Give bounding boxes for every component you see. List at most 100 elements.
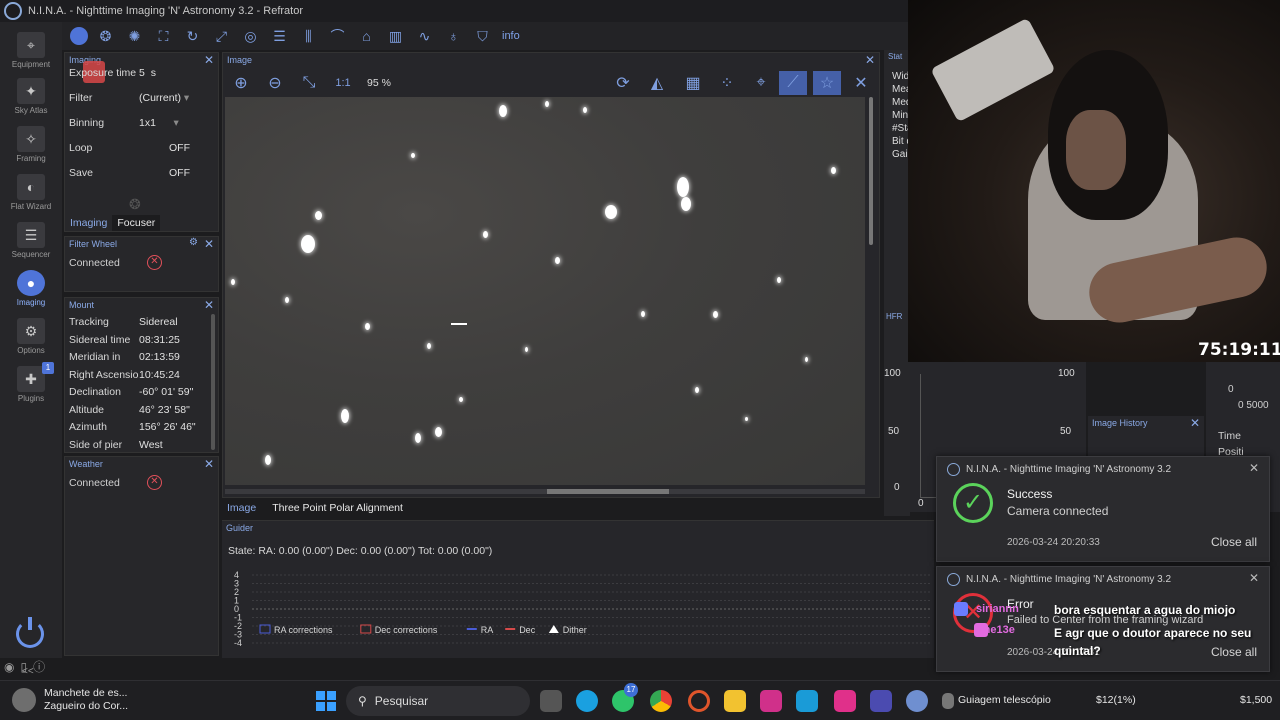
opera-icon[interactable] [688, 690, 710, 712]
info-icon[interactable]: ⓘ [33, 660, 51, 674]
tab-polar-alignment[interactable]: Three Point Polar Alignment [267, 500, 408, 518]
success-check-icon: ✓ [953, 483, 993, 523]
app2-icon[interactable] [796, 690, 818, 712]
filter-wheel-panel: Filter Wheel ⚙ ✕ Connected ✕ [64, 236, 219, 292]
panel-toolbar: ❂ ✺ ⛶ ↻ ⤢ ◎ ☰ ⫼ ⌒ ⌂ ▥ ∿ ♁ ⛉ info [62, 22, 910, 50]
star-icon[interactable]: ☆ [813, 71, 841, 95]
sequencer-icon: ☰ [17, 222, 45, 248]
image-title: Image [227, 55, 253, 65]
eye-icon[interactable]: ◉ [4, 660, 20, 674]
close-icon[interactable]: ✕ [204, 237, 214, 251]
collapse-sidebar-button[interactable]: << [22, 666, 34, 677]
exposure-row: Exposure time 5 s [69, 67, 156, 79]
disconnect-icon[interactable]: ✕ [147, 475, 162, 490]
list-icon[interactable]: ☰ [268, 25, 291, 47]
tab-imaging[interactable]: Imaging [65, 215, 112, 231]
start-button[interactable] [316, 691, 336, 711]
close-icon[interactable]: ✕ [1249, 571, 1259, 585]
close-icon[interactable]: ✕ [204, 53, 214, 67]
info-link[interactable]: info [502, 30, 520, 42]
image-history-title: Image History [1092, 418, 1148, 428]
active-window-label[interactable]: Guiagem telescópio [958, 694, 1051, 706]
fit-icon[interactable]: ⤡ [295, 71, 323, 95]
settings-icon[interactable]: ⚙ [189, 237, 198, 248]
telescope-icon[interactable]: ⤢ [210, 25, 233, 47]
close-icon[interactable]: ✕ [1249, 461, 1259, 475]
sidebar-item-framing[interactable]: ✧ Framing [0, 126, 62, 163]
app4-icon[interactable] [870, 690, 892, 712]
star-detect-icon[interactable]: ⁘ [713, 71, 741, 95]
shield-icon[interactable]: ⛉ [471, 25, 494, 47]
nina-taskbar-icon[interactable] [906, 690, 928, 712]
stock-ticker: $12(1%) [1096, 694, 1136, 706]
aperture-icon[interactable]: ❂ [94, 25, 117, 47]
mount-scrollbar[interactable] [211, 314, 215, 450]
imaging-icon: ● [17, 270, 45, 296]
stock-ticker-2: $1,500 [1240, 694, 1273, 706]
gear-icon: ⚙ [17, 318, 45, 344]
sidebar-item-imaging[interactable]: ● Imaging [0, 270, 62, 307]
plate-solve-icon[interactable]: ✕ [847, 71, 875, 95]
image-vertical-scrollbar[interactable] [869, 97, 873, 245]
sidebar-item-options[interactable]: ⚙ Options [0, 318, 62, 355]
chrome-icon[interactable] [650, 690, 672, 712]
imaging-dot-icon[interactable] [70, 27, 88, 45]
crosshair-icon[interactable]: ⌖ [747, 71, 775, 95]
bulb-icon[interactable]: ♁ [442, 25, 465, 47]
zoom-in-icon[interactable]: ⊕ [227, 71, 255, 95]
windows-taskbar: Manchete de es... Zagueiro do Cor... ⚲ Pes… [0, 680, 1280, 720]
grid-icon[interactable]: ▦ [679, 71, 707, 95]
app3-icon[interactable] [834, 690, 856, 712]
weather-panel: Weather ✕ Connected ✕ [64, 456, 219, 656]
imaging-tabs: Imaging Focuser [65, 215, 161, 231]
bar-chart-icon[interactable]: ▥ [384, 25, 407, 47]
power-icon[interactable] [16, 617, 44, 648]
news-avatar [12, 688, 36, 712]
close-all-button[interactable]: Close all [1211, 535, 1257, 549]
app-icon[interactable] [760, 690, 782, 712]
folder-icon[interactable] [724, 690, 746, 712]
window-title: N.I.N.A. - Nighttime Imaging 'N' Astrono… [28, 5, 304, 17]
guiding-app-icon[interactable] [942, 693, 954, 709]
guider-grid [252, 574, 932, 644]
news-widget[interactable]: Manchete de es... Zagueiro do Cor... [12, 687, 128, 713]
sidebar-item-sequencer[interactable]: ☰ Sequencer [0, 222, 62, 259]
guider-legend-label: Dither [563, 625, 587, 635]
nina-logo-icon [947, 573, 960, 586]
mount-panel: Mount ✕ Tracking Sidereal Sidereal time 08… [64, 297, 219, 453]
puzzle-icon: ✚ [17, 366, 45, 392]
flip-icon[interactable]: ◭ [643, 71, 671, 95]
sidebar-item-equipment[interactable]: ⌖ Equipment [0, 32, 62, 69]
filter-wheel-icon[interactable]: ✺ [123, 25, 146, 47]
close-icon[interactable]: ✕ [204, 457, 214, 471]
tab-focuser[interactable]: Focuser [112, 215, 161, 231]
focus-icon[interactable]: ⛶ [152, 25, 175, 47]
tab-image[interactable]: Image [222, 500, 261, 518]
rotator-icon[interactable]: ↻ [181, 25, 204, 47]
mount-row-sidereal: Sidereal time 08:31:25 [69, 334, 180, 346]
sidebar-item-sky-atlas[interactable]: ✦ Sky Atlas [0, 78, 62, 115]
refresh-icon[interactable]: ⟳ [609, 71, 637, 95]
image-panel: Image ✕ ⊕ ⊖ ⤡ 1:1 95 % ⟳ ◭ ▦ ⁘ ⌖ ⟋ ☆ ✕ [222, 52, 880, 498]
sidebar-item-flat-wizard[interactable]: ◐ Flat Wizard [0, 174, 62, 211]
annotate-icon[interactable]: ⟋ [779, 71, 807, 95]
dome-icon[interactable]: ⌒ [326, 25, 349, 47]
image-horizontal-scrollbar[interactable] [225, 489, 865, 494]
sliders-icon[interactable]: ⫼ [297, 25, 320, 47]
taskbar-search[interactable]: ⚲ Pesquisar [346, 686, 530, 716]
zoom-out-icon[interactable]: ⊖ [261, 71, 289, 95]
disconnect-icon[interactable]: ✕ [147, 255, 162, 270]
target-icon[interactable]: ◎ [239, 25, 262, 47]
guider-y-tick: -4 [234, 638, 242, 648]
statistics-panel: Stat Width Mean Median Min #Stars Bit de… [884, 50, 910, 516]
zoom-1to1-button[interactable]: 1:1 [329, 71, 357, 95]
close-icon[interactable]: ✕ [204, 298, 214, 312]
close-icon[interactable]: ✕ [865, 53, 875, 67]
wave-icon[interactable]: ∿ [413, 25, 436, 47]
close-icon[interactable]: ✕ [1190, 416, 1200, 430]
task-view-icon[interactable] [540, 690, 562, 712]
edge-icon[interactable] [576, 690, 598, 712]
sidebar: ⌖ Equipment ✦ Sky Atlas ✧ Framing ◐ Flat… [0, 22, 62, 674]
observatory-icon[interactable]: ⌂ [355, 25, 378, 47]
star-image[interactable] [225, 97, 865, 485]
